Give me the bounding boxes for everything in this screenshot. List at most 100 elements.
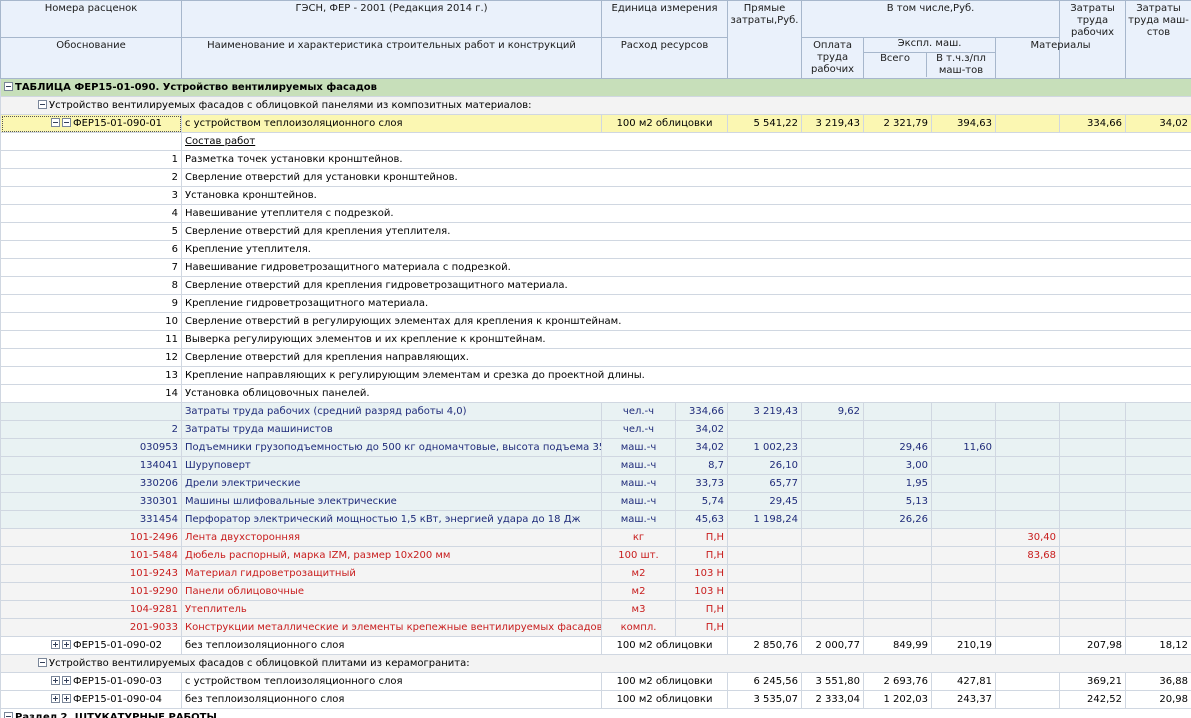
work-step-row[interactable]: 6 Крепление утеплителя.	[0, 240, 1191, 259]
rate-direct[interactable]: 6 245,56	[727, 672, 803, 691]
resource-row[interactable]: 330301 Машины шлифовальные электрические м…	[0, 492, 1191, 511]
rate-code[interactable]: ФЕР15-01-090-01	[0, 114, 182, 133]
resource-name[interactable]: Затраты труда рабочих (средний разряд ра…	[181, 402, 602, 421]
group-row-sub2[interactable]: Устройство вентилируемых фасадов с облиц…	[0, 654, 1191, 673]
rate-mach-total[interactable]: 2 693,76	[863, 672, 933, 691]
header-wage[interactable]: Оплата труда рабочих	[801, 37, 865, 79]
rate-materials[interactable]	[995, 690, 1061, 709]
work-step-row[interactable]: 7 Навешивание гидроветрозащитного материа…	[0, 258, 1191, 277]
rate-unit[interactable]: 100 м2 облицовки	[600, 690, 729, 709]
resource-row[interactable]: 331454 Перфоратор электрический мощностью…	[0, 510, 1191, 529]
collapse-icon[interactable]	[38, 100, 47, 109]
material-row[interactable]: 101-5484 Дюбель распорный, марка IZM, раз…	[0, 546, 1191, 565]
rate-labor-mach[interactable]: 18,12	[1125, 636, 1191, 655]
material-row[interactable]: 201-9033 Конструкции металлические и элем…	[0, 618, 1191, 637]
header-labor-mach[interactable]: Затраты труда маш-стов	[1125, 0, 1191, 79]
collapse-icon[interactable]	[38, 658, 47, 667]
rate-direct[interactable]: 3 535,07	[727, 690, 803, 709]
work-header-row[interactable]: Состав работ	[0, 132, 1191, 151]
rate-row-item3[interactable]: ФЕР15-01-090-03 с устройством теплоизоляц…	[0, 672, 1191, 691]
rate-labor-mach[interactable]: 36,88	[1125, 672, 1191, 691]
rate-labor-workers[interactable]: 242,52	[1059, 690, 1127, 709]
material-row[interactable]: 101-9243 Материал гидроветрозащитный м2 103…	[0, 564, 1191, 583]
expand-icon[interactable]	[62, 694, 71, 703]
work-step-row[interactable]: 2 Сверление отверстий для установки кронш…	[0, 168, 1191, 187]
rate-materials[interactable]	[995, 636, 1061, 655]
resource-code[interactable]	[0, 402, 182, 421]
resource-name[interactable]: Дрели электрические	[181, 474, 602, 493]
rate-labor-mach[interactable]: 34,02	[1125, 114, 1191, 133]
header-materials[interactable]: Материалы	[995, 37, 1127, 79]
rate-mach-wage[interactable]: 394,63	[931, 114, 997, 133]
header-direct[interactable]: Прямые затраты,Руб.	[727, 0, 803, 79]
rate-unit[interactable]: 100 м2 облицовки	[600, 636, 729, 655]
group-table-label[interactable]: ТАБЛИЦА ФЕР15-01-090. Устройство вентили…	[0, 78, 1191, 97]
rate-mach-total[interactable]: 1 202,03	[863, 690, 933, 709]
work-step-row[interactable]: 11 Выверка регулирующих элементов и их кр…	[0, 330, 1191, 349]
material-code[interactable]: 101-9290	[0, 582, 182, 601]
rate-row-item4[interactable]: ФЕР15-01-090-04 без теплоизоляционного сл…	[0, 690, 1191, 709]
material-code[interactable]: 101-9243	[0, 564, 182, 583]
group-row-sub1[interactable]: Устройство вентилируемых фасадов с облиц…	[0, 96, 1191, 115]
material-name[interactable]: Лента двухсторонняя	[181, 528, 602, 547]
rate-code[interactable]: ФЕР15-01-090-04	[0, 690, 182, 709]
resource-code[interactable]: 330206	[0, 474, 182, 493]
rate-code[interactable]: ФЕР15-01-090-03	[0, 672, 182, 691]
rate-wage[interactable]: 2 000,77	[801, 636, 865, 655]
material-code[interactable]: 104-9281	[0, 600, 182, 619]
group-sub2-label[interactable]: Устройство вентилируемых фасадов с облиц…	[0, 654, 1191, 673]
work-step-row[interactable]: 12 Сверление отверстий для крепления напр…	[0, 348, 1191, 367]
resource-name[interactable]: Затраты труда машинистов	[181, 420, 602, 439]
material-code[interactable]: 101-2496	[0, 528, 182, 547]
resource-code[interactable]: 330301	[0, 492, 182, 511]
material-name[interactable]: Панели облицовочные	[181, 582, 602, 601]
group-row-table[interactable]: ТАБЛИЦА ФЕР15-01-090. Устройство вентили…	[0, 78, 1191, 97]
section-label[interactable]: Раздел 2. ШТУКАТУРНЫЕ РАБОТЫ	[0, 708, 1191, 718]
work-step-row[interactable]: 9 Крепление гидроветрозащитного материала…	[0, 294, 1191, 313]
header-name-top[interactable]: ГЭСН, ФЕР - 2001 (Редакция 2014 г.)	[181, 0, 602, 38]
group-sub1-label[interactable]: Устройство вентилируемых фасадов с облиц…	[0, 96, 1191, 115]
resource-row[interactable]: 2 Затраты труда машинистов чел.-ч 34,02	[0, 420, 1191, 439]
rate-direct[interactable]: 5 541,22	[727, 114, 803, 133]
header-unit-top[interactable]: Единица измерения	[600, 0, 729, 38]
header-unit-bottom[interactable]: Расход ресурсов	[600, 37, 729, 79]
material-code[interactable]: 201-9033	[0, 618, 182, 637]
material-row[interactable]: 101-2496 Лента двухсторонняя кг П,Н 30,40	[0, 528, 1191, 547]
work-step-row[interactable]: 3 Установка кронштейнов.	[0, 186, 1191, 205]
material-name[interactable]: Материал гидроветрозащитный	[181, 564, 602, 583]
collapse-icon[interactable]	[51, 118, 60, 127]
rate-labor-mach[interactable]: 20,98	[1125, 690, 1191, 709]
rate-direct[interactable]: 2 850,76	[727, 636, 803, 655]
work-step-row[interactable]: 10 Сверление отверстий в регулирующих эле…	[0, 312, 1191, 331]
expand-icon[interactable]	[62, 640, 71, 649]
resource-code[interactable]: 134041	[0, 456, 182, 475]
resource-row[interactable]: 030953 Подъемники грузоподъемностью до 50…	[0, 438, 1191, 457]
rate-code[interactable]: ФЕР15-01-090-02	[0, 636, 182, 655]
rate-mach-wage[interactable]: 243,37	[931, 690, 997, 709]
expand-icon[interactable]	[51, 694, 60, 703]
resource-code[interactable]: 331454	[0, 510, 182, 529]
collapse-icon[interactable]	[62, 118, 71, 127]
rates-grid[interactable]: Номера расценок ГЭСН, ФЕР - 2001 (Редакц…	[0, 0, 1191, 718]
material-row[interactable]: 104-9281 Утеплитель м3 П,Н	[0, 600, 1191, 619]
rate-mach-total[interactable]: 849,99	[863, 636, 933, 655]
rate-unit[interactable]: 100 м2 облицовки	[600, 672, 729, 691]
header-mach-wage[interactable]: В т.ч.з/пл маш-тов	[927, 53, 995, 77]
rate-row-item2[interactable]: ФЕР15-01-090-02 без теплоизоляционного сл…	[0, 636, 1191, 655]
section-row[interactable]: Раздел 2. ШТУКАТУРНЫЕ РАБОТЫ	[0, 708, 1191, 718]
resource-code[interactable]: 030953	[0, 438, 182, 457]
rate-wage[interactable]: 3 551,80	[801, 672, 865, 691]
resource-name[interactable]: Шуруповерт	[181, 456, 602, 475]
rate-name[interactable]: без теплоизоляционного слоя	[181, 636, 602, 655]
rate-name[interactable]: с устройством теплоизоляционного слоя	[181, 672, 602, 691]
work-step-row[interactable]: 13 Крепление направляющих к регулирующим …	[0, 366, 1191, 385]
header-code-top[interactable]: Номера расценок	[0, 0, 182, 38]
resource-row[interactable]: 330206 Дрели электрические маш.-ч 33,73 65,7…	[0, 474, 1191, 493]
header-mach-total[interactable]: Всего	[865, 53, 928, 77]
work-step-row[interactable]: 14 Установка облицовочных панелей.	[0, 384, 1191, 403]
material-name[interactable]: Дюбель распорный, марка IZM, размер 10х2…	[181, 546, 602, 565]
rate-name[interactable]: без теплоизоляционного слоя	[181, 690, 602, 709]
header-code-bottom[interactable]: Обоснование	[0, 37, 182, 79]
resource-row[interactable]: 134041 Шуруповерт маш.-ч 8,7 26,10 3,00	[0, 456, 1191, 475]
resource-name[interactable]: Подъемники грузоподъемностью до 500 кг о…	[181, 438, 602, 457]
